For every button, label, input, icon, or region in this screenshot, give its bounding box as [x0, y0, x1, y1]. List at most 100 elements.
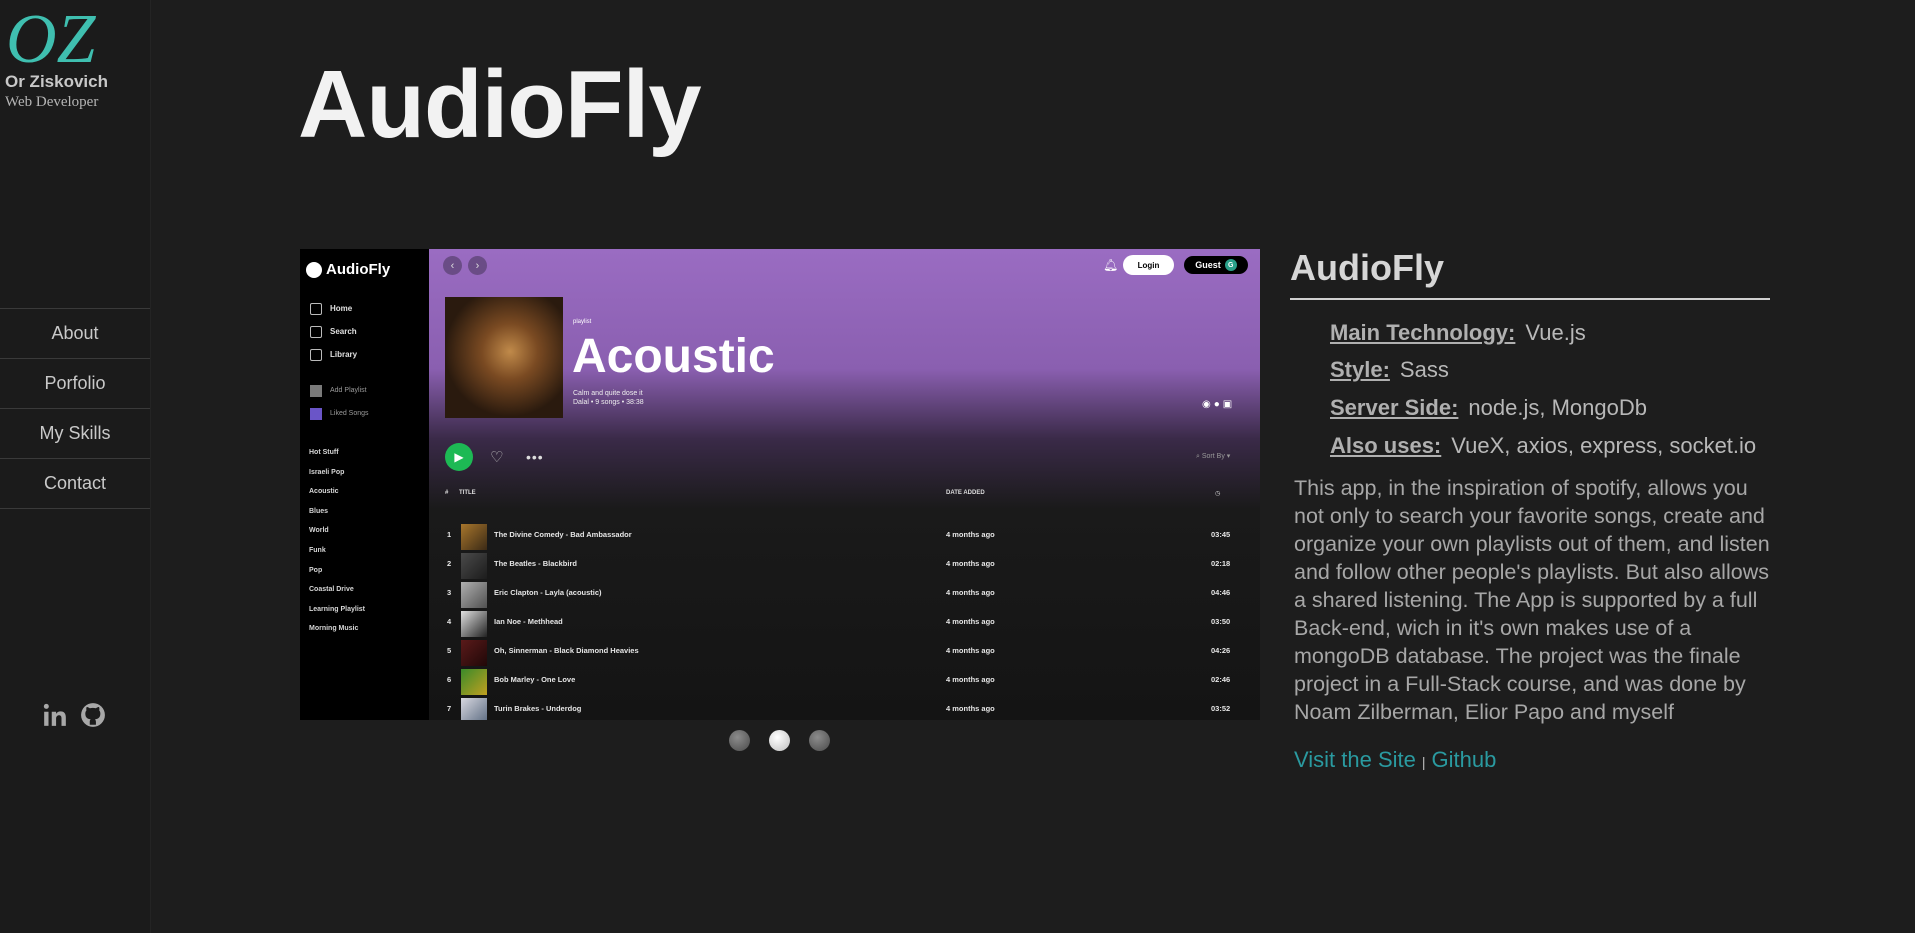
screenshot-playlist-item: World	[309, 527, 329, 535]
owner-role: Web Developer	[5, 94, 99, 110]
screenshot-playlist-info: Calm and quite dose it Dalal • 9 songs •…	[573, 389, 644, 407]
chevron-right-icon: ›	[468, 256, 487, 275]
song-added: 4 months ago	[946, 559, 995, 568]
screenshot-nav-search: Search	[310, 320, 357, 343]
github-link[interactable]: Github	[1432, 747, 1497, 772]
screenshot-playlist-kind: playlist	[573, 319, 592, 325]
screenshot-nav-label: Search	[330, 327, 357, 336]
screenshot-col-title: TITLE	[459, 490, 476, 496]
screenshot-more-icon: •••	[526, 449, 544, 465]
home-icon	[310, 302, 322, 315]
project-description: This app, in the inspiration of spotify,…	[1294, 476, 1770, 724]
song-number: 1	[447, 530, 452, 539]
tech-label: Main Technology:	[1330, 319, 1516, 345]
song-title: The Divine Comedy - Bad Ambassador	[494, 530, 632, 539]
tech-row-main: Main Technology: Vue.js	[1330, 314, 1756, 352]
song-added: 4 months ago	[946, 675, 995, 684]
screenshot-login-button: Login	[1123, 255, 1174, 275]
screenshot-nav-label: Home	[330, 304, 353, 313]
screenshot-playlist-desc: Calm and quite dose it	[573, 390, 643, 397]
screenshot-col-date: DATE ADDED	[946, 490, 985, 496]
song-duration: 03:45	[1211, 530, 1231, 539]
search-icon	[310, 325, 322, 338]
screenshot-main: ‹ › 🔔︎ Login Guest G playlist Acoustic C…	[429, 249, 1260, 720]
divider	[1290, 298, 1770, 300]
tech-label: Server Side:	[1330, 394, 1459, 420]
tech-value: node.js, MongoDb	[1468, 394, 1647, 420]
visit-site-link[interactable]: Visit the Site	[1294, 747, 1416, 772]
facebook-icon: ●	[1213, 399, 1223, 410]
song-added: 4 months ago	[946, 530, 995, 539]
page-title: AudioFly	[298, 51, 702, 158]
nav-item-about[interactable]: About	[0, 309, 150, 359]
screenshot-playlist-meta: Dalal • 9 songs • 38:38	[573, 399, 644, 407]
screenshot-add-playlist: Add Playlist	[310, 379, 369, 402]
screenshot-sort: ⌕ Sort By ▾	[1196, 453, 1231, 460]
song-number: 4	[447, 617, 452, 626]
screenshot-playlist-item: Blues	[309, 507, 329, 515]
tech-row-also: Also uses: VueX, axios, express, socket.…	[1330, 427, 1756, 465]
tech-row-server: Server Side: node.js, MongoDb	[1330, 389, 1756, 427]
screenshot-song-row: 7 Turin Brakes - Underdog 4 months ago 0…	[429, 695, 1260, 720]
song-number: 7	[447, 704, 452, 713]
project-carousel[interactable]: AudioFly Home Search Library Add Playlis…	[300, 249, 1260, 720]
song-duration: 04:46	[1211, 588, 1231, 597]
carousel-dot-2[interactable]	[769, 730, 790, 751]
tech-label: Style:	[1330, 357, 1390, 383]
screenshot-playlist-item: Hot Stuff	[309, 449, 339, 456]
song-title: Ian Noe - Methhead	[494, 617, 563, 626]
nav-item-portfolio[interactable]: Porfolio	[0, 359, 150, 409]
song-number: 5	[447, 646, 452, 655]
carousel-dot-1[interactable]	[729, 730, 750, 751]
screenshot-song-list: 1 The Divine Comedy - Bad Ambassador 4 m…	[429, 521, 1260, 720]
linkedin-icon[interactable]	[42, 702, 68, 728]
link-separator: |	[1421, 754, 1426, 770]
song-thumbnail	[461, 640, 487, 666]
song-number: 2	[447, 559, 452, 568]
github-icon[interactable]	[80, 702, 106, 728]
library-icon	[310, 348, 322, 361]
screenshot-playlist-cover	[445, 297, 563, 418]
screenshot-liked-songs: Liked Songs	[310, 402, 369, 425]
screenshot-playlists: Hot Stuff Israeli Pop Acoustic Blues Wor…	[309, 449, 365, 645]
owner-name: Or Ziskovich	[5, 72, 108, 91]
carousel-dot-3[interactable]	[809, 730, 830, 751]
tech-value: Sass	[1399, 357, 1449, 383]
screenshot-song-row: 4 Ian Noe - Methhead 4 months ago 03:50	[429, 608, 1260, 637]
song-title: Bob Marley - One Love	[494, 675, 576, 684]
project-title: AudioFly	[1290, 247, 1444, 288]
copy-icon: ▣	[1222, 399, 1236, 410]
screenshot-nav-label: Library	[330, 350, 358, 359]
screenshot-play-icon: ▶	[445, 443, 473, 471]
screenshot-guest-badge: Guest G	[1184, 256, 1248, 274]
song-duration: 03:50	[1211, 617, 1231, 626]
nav-item-contact[interactable]: Contact	[0, 459, 150, 509]
song-duration: 03:52	[1211, 704, 1231, 713]
song-duration: 04:26	[1211, 646, 1231, 655]
nav-item-my-skills[interactable]: My Skills	[0, 409, 150, 459]
plus-icon	[310, 384, 322, 397]
tech-value: Vue.js	[1525, 319, 1586, 345]
logo[interactable]: OZ	[4, 0, 144, 72]
tech-label: Also uses:	[1330, 432, 1442, 458]
chevron-left-icon: ‹	[443, 256, 462, 275]
song-added: 4 months ago	[946, 646, 995, 655]
song-thumbnail	[461, 582, 487, 608]
logo-text: OZ	[6, 1, 97, 72]
carousel-indicators	[729, 730, 830, 751]
screenshot-actions: Add Playlist Liked Songs	[310, 379, 369, 425]
song-thumbnail	[461, 611, 487, 637]
clock-icon: ◷	[1215, 491, 1221, 497]
screenshot-guest-avatar: G	[1224, 259, 1237, 271]
screenshot-nav-home: Home	[310, 297, 357, 320]
screenshot-song-row: 6 Bob Marley - One Love 4 months ago 02:…	[429, 666, 1260, 695]
screenshot-sidebar: AudioFly Home Search Library Add Playlis…	[300, 249, 429, 720]
song-thumbnail	[461, 669, 487, 695]
screenshot-playlist-item: Coastal Drive	[309, 586, 354, 594]
screenshot-song-row: 1 The Divine Comedy - Bad Ambassador 4 m…	[429, 521, 1260, 550]
song-duration: 02:18	[1211, 559, 1231, 568]
sidebar: OZ Or Ziskovich Web Developer About Porf…	[0, 0, 151, 933]
tech-value: VueX, axios, express, socket.io	[1451, 432, 1757, 458]
song-title: The Beatles - Blackbird	[494, 559, 577, 568]
song-added: 4 months ago	[946, 704, 995, 713]
